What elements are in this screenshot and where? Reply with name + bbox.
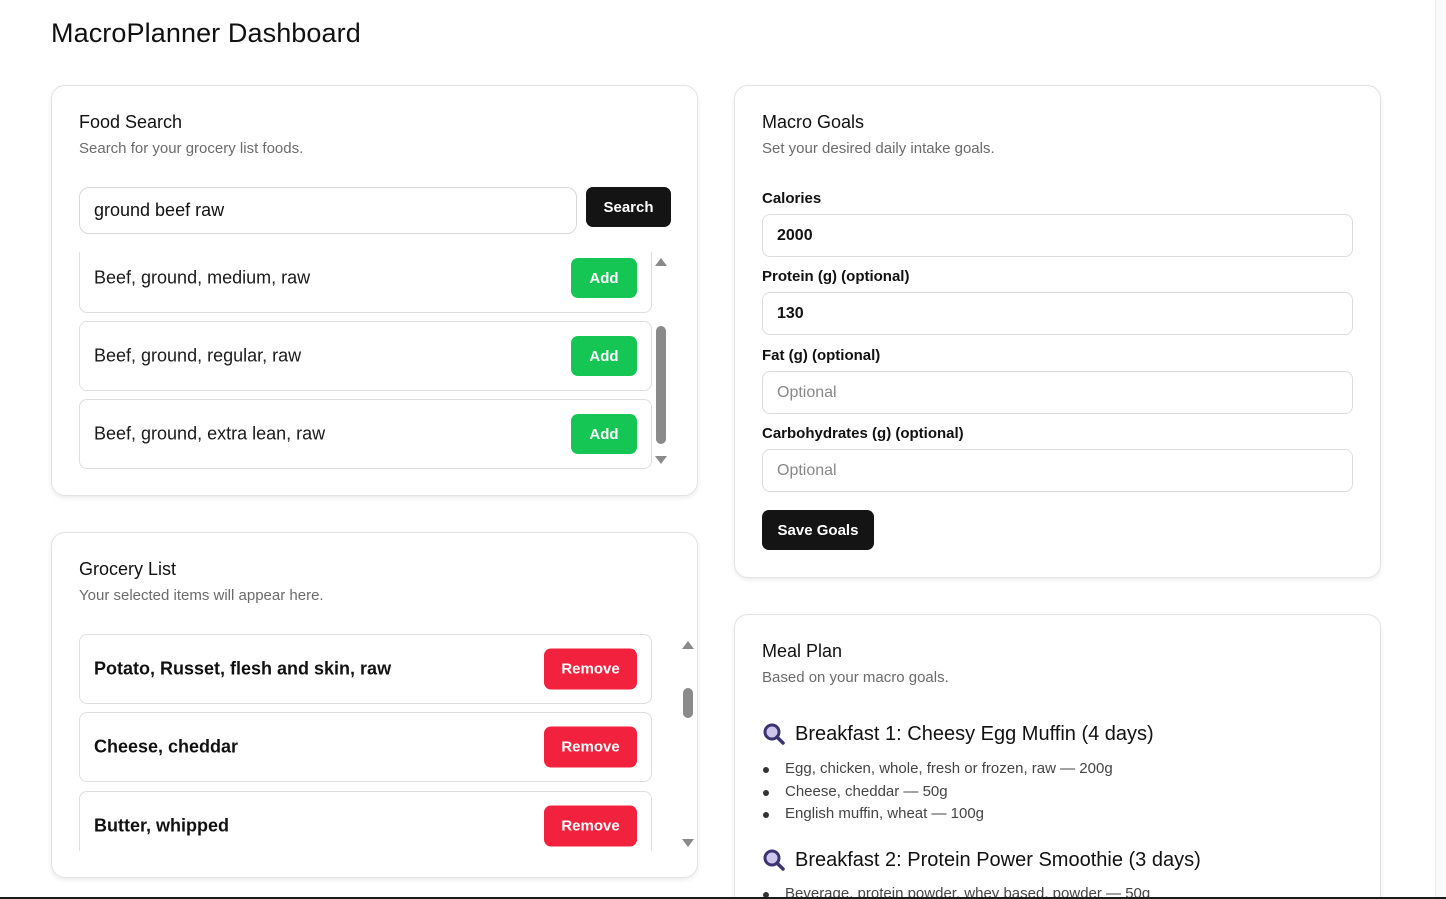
fat-input[interactable] bbox=[762, 371, 1353, 414]
grocery-item-name: Butter, whipped bbox=[94, 815, 229, 836]
calories-label: Calories bbox=[762, 190, 822, 207]
scroll-up-arrow-icon[interactable] bbox=[682, 641, 694, 649]
result-name: Beef, ground, medium, raw bbox=[94, 267, 311, 288]
macro-goals-card: Macro Goals Set your desired daily intak… bbox=[734, 85, 1381, 578]
search-button[interactable]: Search bbox=[586, 187, 671, 227]
ingredient-item: Cheese, cheddar — 50g bbox=[763, 781, 1113, 804]
list-item: Potato, Russet, flesh and skin, raw Remo… bbox=[79, 634, 652, 704]
search-results-list[interactable]: Beef, ground, medium, raw Add Beef, grou… bbox=[79, 252, 652, 470]
grocery-scrollbar[interactable] bbox=[681, 641, 695, 847]
save-goals-button[interactable]: Save Goals bbox=[762, 510, 874, 550]
list-item: Cheese, cheddar Remove bbox=[79, 712, 652, 782]
remove-button[interactable]: Remove bbox=[544, 726, 637, 768]
scrollbar-thumb[interactable] bbox=[683, 688, 693, 718]
protein-input[interactable] bbox=[762, 292, 1353, 335]
macro-goals-subtitle: Set your desired daily intake goals. bbox=[762, 140, 995, 157]
scroll-down-arrow-icon[interactable] bbox=[682, 839, 694, 847]
food-search-title: Food Search bbox=[79, 112, 183, 132]
meal-heading: Breakfast 2: Protein Power Smoothie (3 d… bbox=[762, 848, 1201, 872]
grocery-list-card: Grocery List Your selected items will ap… bbox=[51, 532, 698, 878]
food-search-subtitle: Search for your grocery list foods. bbox=[79, 140, 304, 157]
meal-ingredients-list: Egg, chicken, whole, fresh or frozen, ra… bbox=[763, 758, 1113, 826]
list-item: Beef, ground, regular, raw Add bbox=[79, 321, 652, 391]
fat-label: Fat (g) (optional) bbox=[762, 347, 881, 364]
add-button[interactable]: Add bbox=[571, 258, 637, 298]
add-button[interactable]: Add bbox=[571, 414, 637, 454]
meal-title-text: Breakfast 1: Cheesy Egg Muffin (4 days) bbox=[795, 722, 1154, 745]
grocery-list-subtitle: Your selected items will appear here. bbox=[79, 587, 324, 604]
food-search-input[interactable] bbox=[79, 187, 577, 234]
food-search-card: Food Search Search for your grocery list… bbox=[51, 85, 698, 496]
meal-plan-card: Meal Plan Based on your macro goals. Bre… bbox=[734, 614, 1381, 899]
macro-goals-title: Macro Goals bbox=[762, 112, 865, 132]
grocery-items-list[interactable]: Potato, Russet, flesh and skin, raw Remo… bbox=[79, 634, 652, 851]
meal-plan-subtitle: Based on your macro goals. bbox=[762, 669, 949, 686]
magnifier-icon bbox=[763, 723, 785, 745]
page-title: MacroPlanner Dashboard bbox=[51, 18, 361, 48]
results-scrollbar[interactable] bbox=[654, 258, 668, 464]
result-name: Beef, ground, extra lean, raw bbox=[94, 423, 326, 444]
carbohydrates-label: Carbohydrates (g) (optional) bbox=[762, 425, 964, 442]
page-scrollbar[interactable] bbox=[1435, 0, 1446, 899]
scroll-down-arrow-icon[interactable] bbox=[655, 456, 667, 464]
grocery-list-title: Grocery List bbox=[79, 559, 177, 579]
ingredient-item: Egg, chicken, whole, fresh or frozen, ra… bbox=[763, 758, 1113, 781]
result-name: Beef, ground, regular, raw bbox=[94, 345, 302, 366]
protein-label: Protein (g) (optional) bbox=[762, 268, 910, 285]
meal-plan-title: Meal Plan bbox=[762, 641, 843, 661]
add-button[interactable]: Add bbox=[571, 336, 637, 376]
list-item: Beef, ground, medium, raw Add bbox=[79, 252, 652, 313]
scroll-up-arrow-icon[interactable] bbox=[655, 258, 667, 266]
remove-button[interactable]: Remove bbox=[544, 805, 637, 847]
list-item: Beef, ground, extra lean, raw Add bbox=[79, 399, 652, 469]
meal-title-text: Breakfast 2: Protein Power Smoothie (3 d… bbox=[795, 848, 1201, 871]
grocery-item-name: Cheese, cheddar bbox=[94, 736, 239, 757]
magnifier-icon bbox=[763, 849, 785, 871]
ingredient-item: English muffin, wheat — 100g bbox=[763, 803, 1113, 826]
scrollbar-thumb[interactable] bbox=[656, 326, 666, 444]
meal-heading: Breakfast 1: Cheesy Egg Muffin (4 days) bbox=[762, 722, 1154, 746]
remove-button[interactable]: Remove bbox=[544, 648, 637, 690]
list-item: Butter, whipped Remove bbox=[79, 791, 652, 851]
grocery-item-name: Potato, Russet, flesh and skin, raw bbox=[94, 658, 392, 679]
carbohydrates-input[interactable] bbox=[762, 449, 1353, 492]
calories-input[interactable] bbox=[762, 214, 1353, 257]
